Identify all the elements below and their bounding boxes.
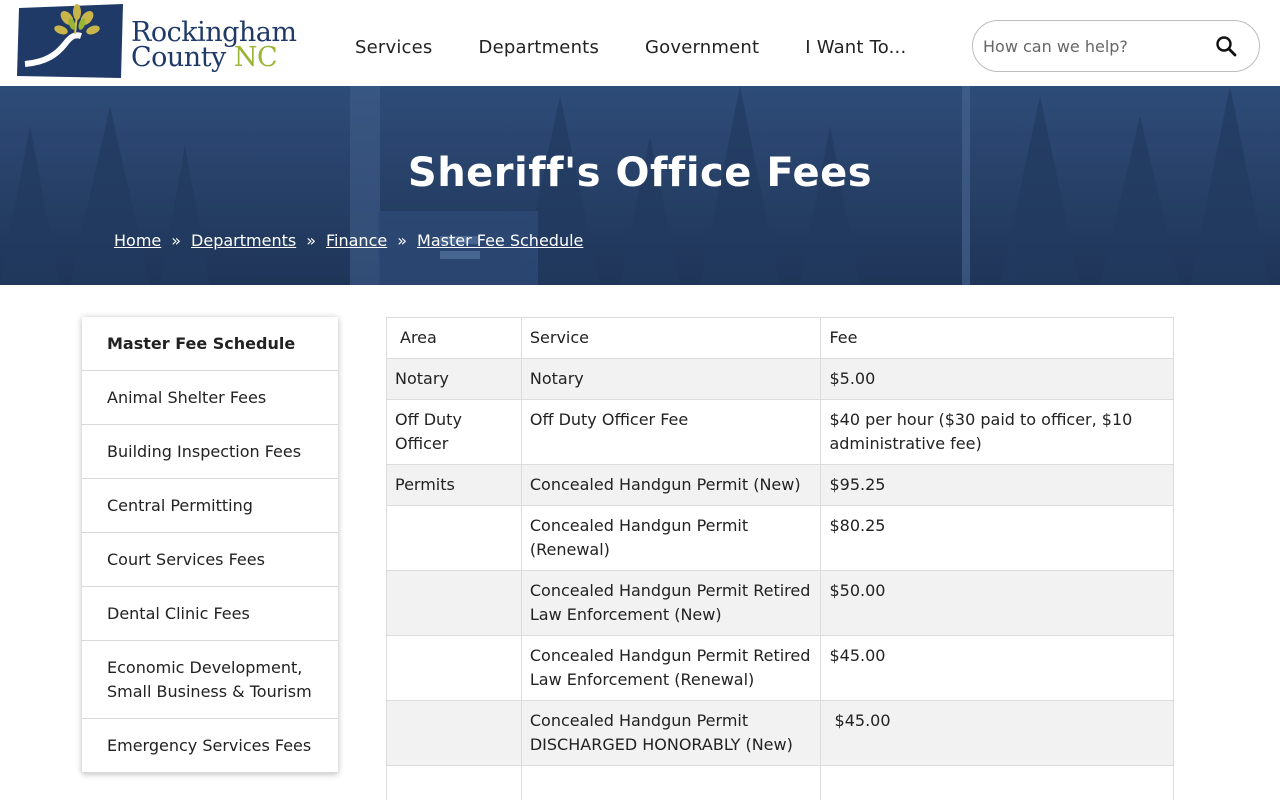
sidebar-item-animal-shelter-fees[interactable]: Animal Shelter Fees (82, 371, 338, 425)
logo-county: County (131, 42, 226, 73)
cell-fee: $50.00 (820, 570, 1174, 636)
table-row: Notary Notary $5.00 (386, 358, 1174, 400)
table-row: Concealed Handgun Permit (Renewal) $80.2… (386, 505, 1174, 571)
nav-i-want-to[interactable]: I Want To... (805, 37, 906, 58)
nav-services[interactable]: Services (355, 37, 433, 58)
cell-service: Concealed Handgun Permit DISCHARGED HONO… (520, 700, 822, 766)
cell-area: Notary (386, 358, 522, 400)
table-row (386, 765, 1174, 800)
cell-service: Off Duty Officer Fee (520, 399, 822, 465)
table-header-row: Area Service Fee (386, 317, 1174, 359)
sidebar-item-court-services-fees[interactable]: Court Services Fees (82, 533, 338, 587)
cell-service: Concealed Handgun Permit Retired Law Enf… (520, 570, 822, 636)
table-row: Permits Concealed Handgun Permit (New) $… (386, 464, 1174, 506)
table-row: Off Duty Officer Off Duty Officer Fee $4… (386, 399, 1174, 465)
hero-banner: Sheriff's Office Fees Home » Departments… (0, 86, 1280, 285)
search-icon (1216, 36, 1237, 57)
main-nav: Services Departments Government I Want T… (355, 37, 906, 58)
page-title: Sheriff's Office Fees (407, 150, 873, 196)
sidebar-item-building-inspection-fees[interactable]: Building Inspection Fees (82, 425, 338, 479)
cell-service (520, 765, 822, 800)
cell-service: Notary (520, 358, 822, 400)
table-row: Concealed Handgun Permit DISCHARGED HONO… (386, 700, 1174, 766)
cell-fee: $5.00 (820, 358, 1174, 400)
logo-subtitle: County NC (131, 42, 278, 73)
breadcrumb: Home » Departments » Finance » Master Fe… (114, 231, 583, 250)
cell-area (386, 765, 522, 800)
breadcrumb-separator: » (397, 231, 408, 250)
cell-service: Concealed Handgun Permit Retired Law Enf… (520, 635, 822, 701)
sidebar-item-emergency-services-fees[interactable]: Emergency Services Fees (82, 719, 338, 773)
breadcrumb-separator: » (306, 231, 316, 250)
column-header-fee: Fee (820, 317, 1174, 359)
search-box (972, 20, 1260, 72)
nav-government[interactable]: Government (645, 37, 759, 58)
site-header: Rockingham County NC Services Department… (0, 0, 1280, 86)
column-header-area: Area (386, 317, 522, 359)
cell-fee: $40 per hour ($30 paid to officer, $10 a… (820, 399, 1174, 465)
cell-fee: $80.25 (820, 505, 1174, 571)
sidebar-item-central-permitting[interactable]: Central Permitting (82, 479, 338, 533)
sidebar-item-master-fee-schedule[interactable]: Master Fee Schedule (82, 317, 338, 371)
search-button[interactable] (1213, 33, 1241, 61)
breadcrumb-master-fee-schedule[interactable]: Master Fee Schedule (417, 231, 583, 250)
fee-table: Area Service Fee Notary Notary $5.00 Off… (386, 317, 1174, 800)
sidebar-nav: Master Fee Schedule Animal Shelter Fees … (82, 317, 338, 773)
cell-fee: $95.25 (820, 464, 1174, 506)
breadcrumb-separator: » (171, 231, 182, 250)
sidebar-item-dental-clinic-fees[interactable]: Dental Clinic Fees (82, 587, 338, 641)
search-input[interactable] (983, 33, 1203, 59)
county-logo-icon (17, 4, 123, 78)
cell-area (386, 635, 522, 701)
table-row: Concealed Handgun Permit Retired Law Enf… (386, 635, 1174, 701)
cell-area (386, 570, 522, 636)
breadcrumb-finance[interactable]: Finance (326, 231, 387, 250)
logo-state: NC (233, 42, 278, 73)
nav-departments[interactable]: Departments (479, 37, 600, 58)
cell-service: Concealed Handgun Permit (New) (520, 464, 822, 506)
county-logo[interactable]: Rockingham County NC (17, 4, 307, 82)
table-row: Concealed Handgun Permit Retired Law Enf… (386, 570, 1174, 636)
breadcrumb-departments[interactable]: Departments (191, 231, 296, 250)
cell-area (386, 505, 522, 571)
breadcrumb-home[interactable]: Home (114, 231, 161, 250)
column-header-service: Service (520, 317, 822, 359)
cell-fee: $45.00 (820, 700, 1174, 766)
cell-area: Permits (386, 464, 522, 506)
cell-service: Concealed Handgun Permit (Renewal) (520, 505, 822, 571)
cell-fee: $45.00 (820, 635, 1174, 701)
cell-area (386, 700, 522, 766)
cell-fee (820, 765, 1174, 800)
sidebar-item-economic-development[interactable]: Economic Development, Small Business & T… (82, 641, 338, 719)
cell-area: Off Duty Officer (386, 399, 522, 465)
